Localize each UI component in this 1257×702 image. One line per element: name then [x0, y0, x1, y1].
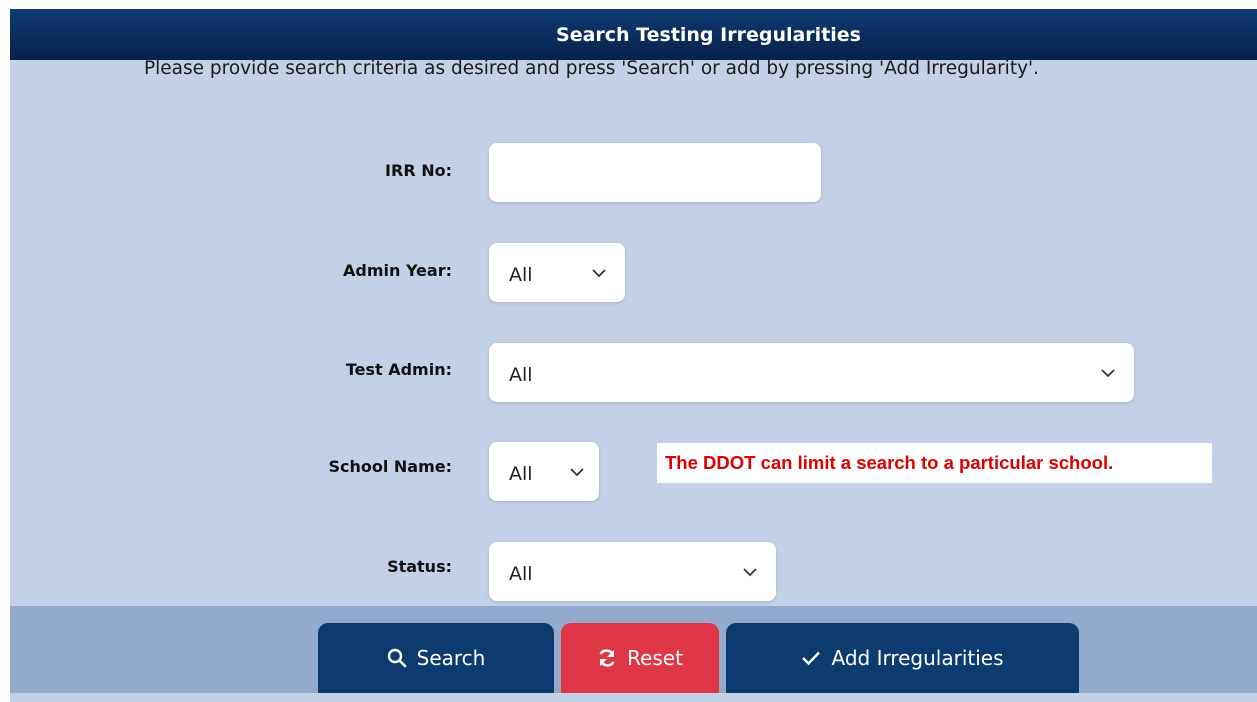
panel-header: Search Testing Irregularities	[10, 9, 1257, 60]
status-select[interactable]: All	[489, 542, 776, 601]
school-name-value: All	[509, 462, 533, 485]
school-search-note: The DDOT can limit a search to a particu…	[657, 443, 1212, 483]
refresh-icon	[599, 649, 615, 667]
reset-button[interactable]: Reset	[561, 623, 719, 693]
chevron-down-icon	[1101, 368, 1115, 377]
admin-year-label: Admin Year:	[342, 261, 452, 280]
instructions-text: Please provide search criteria as desire…	[144, 58, 1039, 79]
test-admin-value: All	[509, 363, 533, 386]
admin-year-select[interactable]: All	[489, 243, 625, 302]
add-irregularities-label: Add Irregularities	[831, 646, 1004, 670]
search-button-label: Search	[416, 646, 486, 670]
test-admin-select[interactable]: All	[489, 343, 1134, 402]
status-label: Status:	[387, 557, 452, 576]
status-value: All	[509, 562, 533, 585]
check-icon	[802, 651, 821, 666]
test-admin-label: Test Admin:	[345, 360, 452, 379]
school-name-label: School Name:	[328, 457, 452, 476]
admin-year-value: All	[509, 263, 533, 286]
reset-button-label: Reset	[627, 646, 683, 670]
search-button[interactable]: Search	[318, 623, 554, 693]
search-icon	[387, 648, 406, 668]
school-name-select[interactable]: All	[489, 442, 599, 501]
chevron-down-icon	[592, 268, 606, 277]
chevron-down-icon	[743, 567, 757, 576]
chevron-down-icon	[570, 467, 584, 476]
irr-no-label: IRR No:	[385, 161, 452, 180]
irr-no-input[interactable]	[489, 143, 821, 202]
add-irregularities-button[interactable]: Add Irregularities	[726, 623, 1079, 693]
panel-title: Search Testing Irregularities	[556, 23, 861, 46]
